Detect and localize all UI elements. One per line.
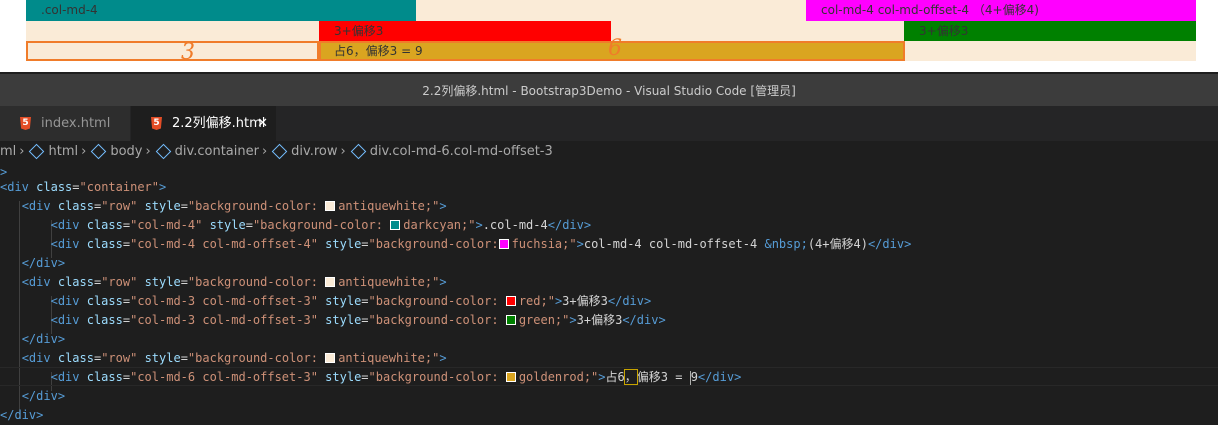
breadcrumb: ml › html › body › div.container › div.row › div.c… [0,141,1218,163]
color-swatch[interactable] [325,201,336,211]
annotation-number-6: 6 [608,36,622,61]
code-line: </div> [21,389,66,403]
chevron-right-icon: › [261,144,268,159]
tab-label: 2.2列偏移.html [172,116,266,131]
annotation-number-3: 3 [181,40,195,65]
code-line: <div class="row" style="background-color… [21,351,447,365]
editor-tab-bar: 5 index.html 5 2.2列偏移.html ✕ [0,106,1218,141]
html5-icon: 5 [20,117,31,130]
window-title: 2.2列偏移.html - Bootstrap3Demo - Visual St… [422,84,796,98]
chevron-right-icon: › [81,144,87,159]
tab-index-html[interactable]: 5 index.html [0,106,130,141]
color-swatch[interactable] [505,296,516,306]
element-icon [155,143,171,160]
tab-label: index.html [41,116,111,131]
annotation-box-offset [26,41,319,61]
code-line: <div class="col-md-4" style="background-… [50,218,592,232]
breadcrumb-item-file[interactable]: ml [0,141,16,163]
code-editor[interactable]: > <div class="container"> <div class="ro… [0,163,1218,422]
chevron-right-icon: › [19,144,25,159]
color-swatch[interactable] [505,372,516,382]
breadcrumb-item-col[interactable]: div.col-md-6.col-md-offset-3 [370,141,553,163]
code-line: <div class="col-md-4 col-md-offset-4" st… [50,237,912,251]
preview-row-1: .col-md-4 col-md-4 col-md-offset-4 （4+偏移… [26,0,1196,21]
col-md-4-cell: .col-md-4 [26,0,416,21]
breadcrumb-item-html[interactable]: html [48,141,78,163]
code-line: <div class="row" style="background-color… [21,199,447,213]
color-swatch[interactable] [390,220,401,230]
code-line: </div> [0,408,44,422]
tab-2-2-offset-html[interactable]: 5 2.2列偏移.html ✕ [131,106,276,141]
element-icon [271,143,288,160]
element-icon [350,143,366,160]
code-line-current: <div class="col-md-6 col-md-offset-3" st… [0,367,1218,386]
color-swatch[interactable] [498,239,509,249]
code-line: <div class="row" style="background-color… [21,275,447,289]
code-line: <div class="col-md-3 col-md-offset-3" st… [50,313,666,327]
col-md-4-offset-4-cell: col-md-4 col-md-offset-4 （4+偏移4) [806,0,1196,21]
close-icon[interactable]: ✕ [257,106,268,141]
code-line: </div> [21,256,66,270]
color-swatch[interactable] [325,277,336,287]
element-icon [91,143,107,160]
chevron-right-icon: › [340,144,346,159]
breadcrumb-item-container[interactable]: div.container [175,141,259,163]
code-line: <div class="col-md-3 col-md-offset-3" st… [50,294,652,308]
breadcrumb-item-row[interactable]: div.row [291,141,337,163]
chevron-right-icon: › [145,144,151,159]
html5-icon: 5 [151,117,162,130]
element-icon [29,143,45,160]
col-md-3-offset-3-red-cell: 3+偏移3 [319,21,611,41]
breadcrumb-item-body[interactable]: body [110,141,142,163]
color-swatch[interactable] [505,315,516,325]
col-md-3-offset-3-green-cell: 3+偏移3 [904,21,1196,41]
window-titlebar: 2.2列偏移.html - Bootstrap3Demo - Visual St… [0,72,1218,106]
code-line: </div> [21,332,66,346]
code-line: <div class="container"> [0,180,167,194]
color-swatch[interactable] [325,353,336,363]
browser-preview: .col-md-4 col-md-4 col-md-offset-4 （4+偏移… [0,0,1218,72]
